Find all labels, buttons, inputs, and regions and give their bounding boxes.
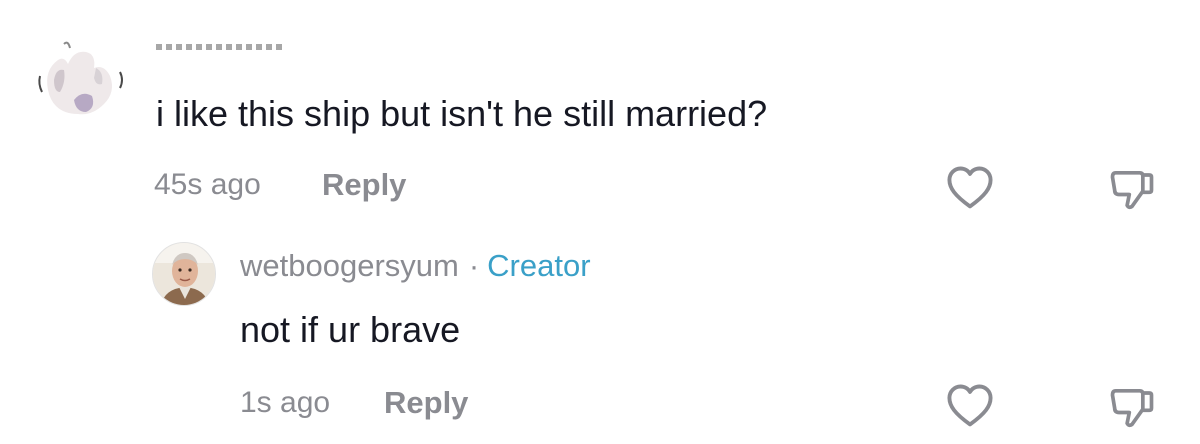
reply-text: not if ur brave: [240, 309, 461, 350]
reply-button[interactable]: Reply: [322, 167, 406, 203]
creator-username[interactable]: wetboogersyum: [240, 248, 459, 283]
reply-like-button[interactable]: [944, 380, 996, 432]
thumbs-down-outline-icon: [1110, 170, 1154, 210]
reply-to-reply-button[interactable]: Reply: [384, 385, 468, 421]
creator-avatar[interactable]: [152, 242, 216, 306]
reply-header: wetboogersyum · Creator: [240, 248, 591, 284]
heart-outline-icon: [947, 166, 993, 209]
comment-text: i like this ship but isn't he still marr…: [156, 93, 768, 134]
commenter-avatar[interactable]: [34, 30, 130, 126]
separator-dot: ·: [468, 248, 480, 283]
creator-badge: Creator: [487, 248, 591, 283]
dislike-button[interactable]: [1106, 162, 1158, 214]
redacted-username: [156, 44, 284, 50]
heart-outline-icon: [947, 384, 993, 427]
reply-timestamp: 1s ago: [240, 386, 331, 419]
like-button[interactable]: [944, 162, 996, 214]
commenter-username[interactable]: [156, 34, 284, 52]
thumbs-down-outline-icon: [1110, 388, 1154, 428]
reply-dislike-button[interactable]: [1106, 380, 1158, 432]
comment-timestamp: 45s ago: [154, 168, 261, 201]
